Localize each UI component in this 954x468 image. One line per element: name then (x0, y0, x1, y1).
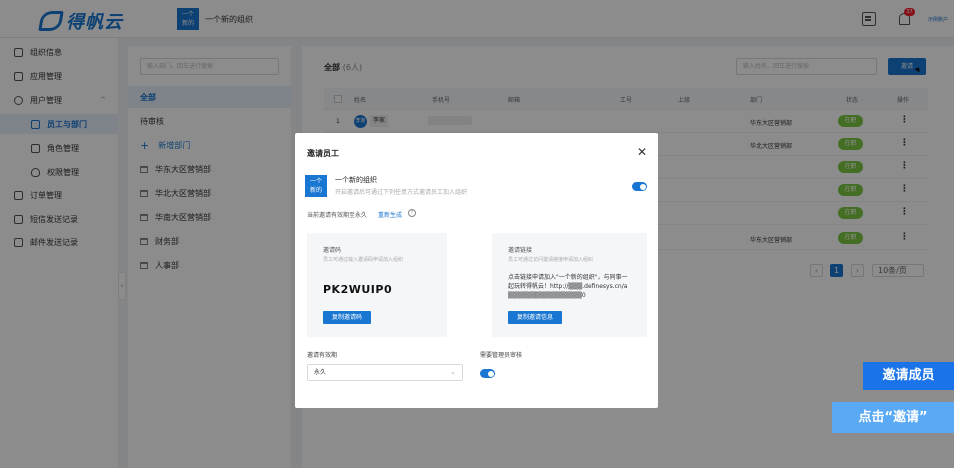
chevron-down-icon: ⌄ (450, 368, 456, 376)
validity-select[interactable]: 永久 ⌄ (307, 364, 463, 381)
card-title: 邀请链接 (508, 247, 533, 254)
org-invite-desc: 开启邀请后可通过下列任意方式邀请员工加入组织 (335, 189, 468, 196)
approval-label: 需要管理员审核 (480, 352, 523, 359)
org-logo: 一个 新的 (305, 175, 327, 197)
help-icon[interactable]: ? (408, 209, 416, 217)
card-desc: 员工可通过输入邀请码申请加入组织 (323, 257, 404, 263)
callout-click-invite: 点击“邀请” (832, 402, 954, 433)
invite-enable-toggle[interactable] (632, 182, 647, 191)
copy-invite-info-button[interactable]: 复制邀请信息 (508, 311, 563, 324)
invite-link-card: 邀请链接 员工可通过访问邀请链接申请加入组织 点击链接申请加入"一个新的组织"，… (492, 233, 647, 337)
card-title: 邀请码 (323, 247, 342, 254)
copy-code-button[interactable]: 复制邀请码 (323, 311, 372, 324)
validity-value: 永久 (314, 369, 327, 376)
validity-text: 当前邀请有效期至永久 (307, 212, 368, 219)
approval-toggle[interactable] (480, 369, 495, 378)
close-icon[interactable]: ✕ (637, 145, 647, 159)
callout-invite-member: 邀请成员 (863, 362, 954, 390)
invite-code-card: 邀请码 员工可通过输入邀请码申请加入组织 PK2WUIP0 复制邀请码 (307, 233, 447, 337)
dialog-title: 邀请员工 (307, 149, 339, 158)
regenerate-link[interactable]: 重新生成 (378, 210, 402, 219)
org-name: 一个新的组织 (335, 176, 377, 184)
card-desc: 员工可通过访问邀请链接申请加入组织 (508, 257, 594, 263)
invite-link-text: 点击链接申请加入"一个新的组织"，与同事一起玩转得帆云！http://▒▒▒.d… (508, 274, 628, 299)
validity-label: 邀请有效期 (307, 352, 338, 359)
invite-code: PK2WUIP0 (323, 283, 393, 296)
invite-staff-dialog: 邀请员工 ✕ 一个 新的 一个新的组织 开启邀请后可通过下列任意方式邀请员工加入… (295, 133, 658, 408)
